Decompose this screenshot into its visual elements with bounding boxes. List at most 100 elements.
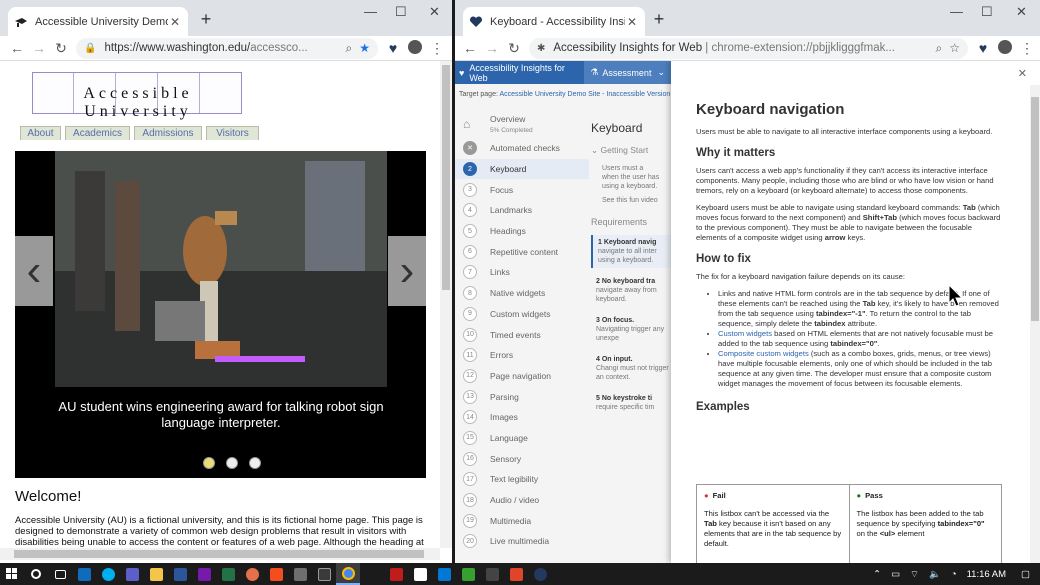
app-icon[interactable] (288, 563, 312, 585)
battery-icon[interactable]: ▭ (891, 569, 900, 580)
maximize-button[interactable]: ☐ (981, 4, 993, 20)
address-bar[interactable]: ✱ Accessibility Insights for Web | chrom… (529, 37, 968, 59)
tab-keyboard[interactable]: Keyboard - Accessibility Insights ✕ (463, 7, 645, 36)
carousel-prev-button[interactable]: ‹ (15, 236, 53, 306)
accessibility-insights-extension-icon[interactable]: ♥ (972, 40, 994, 56)
onenote-icon[interactable] (192, 563, 216, 585)
notification-icon[interactable]: ▢ (1021, 569, 1030, 580)
close-window-button[interactable]: ✕ (1016, 4, 1027, 20)
close-window-button[interactable]: ✕ (429, 4, 440, 20)
photos-icon[interactable] (432, 563, 456, 585)
start-button[interactable] (0, 563, 24, 585)
nav-item[interactable]: 17 Text legibility (455, 469, 589, 490)
snagit-icon[interactable] (504, 563, 528, 585)
forward-icon[interactable]: → (481, 40, 503, 56)
bookmark-star-icon[interactable]: ☆ (949, 41, 960, 55)
tray-chevron-icon[interactable]: ⌃ (873, 569, 881, 580)
minimize-button[interactable]: — (950, 4, 963, 19)
paint-icon[interactable] (240, 563, 264, 585)
acrobat-icon[interactable] (384, 563, 408, 585)
nav-item[interactable]: ✕ Automated checks (455, 138, 589, 159)
vertical-scrollbar[interactable] (440, 61, 452, 548)
word-icon[interactable] (168, 563, 192, 585)
menu-icon[interactable]: ⋮ (1016, 40, 1038, 57)
bookmark-star-icon[interactable]: ★ (359, 41, 370, 55)
address-bar[interactable]: 🔒 https://www.washington.edu/accessco...… (76, 37, 378, 59)
task-view-icon[interactable] (48, 563, 72, 585)
nav-item[interactable]: 15 Language (455, 428, 589, 449)
nav-item[interactable]: 2 Keyboard (455, 158, 589, 180)
file-explorer-icon[interactable] (144, 563, 168, 585)
new-tab-button[interactable]: + (649, 9, 669, 30)
guide-scrollbar[interactable] (1030, 85, 1040, 563)
chrome-icon[interactable] (336, 563, 360, 585)
carousel-dot-3[interactable] (249, 457, 261, 469)
custom-widgets-link[interactable]: Custom widgets (718, 329, 772, 338)
camtasia-icon[interactable] (456, 563, 480, 585)
requirement-item[interactable]: 1 Keyboard navig navigate to all inter us… (591, 235, 671, 268)
requirement-item[interactable]: 2 No keyboard tra navigate away from keyb… (591, 274, 671, 307)
nav-item[interactable]: 10 Timed events (455, 324, 589, 345)
carousel-dot-2[interactable] (226, 457, 238, 469)
close-panel-icon[interactable]: ✕ (1018, 67, 1027, 80)
nav-item[interactable]: 13 Parsing (455, 386, 589, 407)
requirement-item[interactable]: 4 On input. Changi must not trigger an co… (591, 352, 671, 385)
profile-icon[interactable] (404, 39, 426, 57)
teams-icon[interactable] (120, 563, 144, 585)
nav-item[interactable]: 16 Sensory (455, 448, 589, 469)
assessment-dropdown[interactable]: ⚗ Assessment ⌄ (584, 61, 671, 84)
nav-item[interactable]: 6 Repetitive content (455, 241, 589, 262)
volume-icon[interactable]: 🔈 (929, 569, 941, 580)
zoom-icon[interactable]: ⌕ (346, 41, 353, 56)
skype-icon[interactable] (96, 563, 120, 585)
accessibility-insights-extension-icon[interactable]: ♥ (382, 40, 404, 56)
tab-accessible-university[interactable]: Accessible University Demo Site ✕ (8, 7, 188, 36)
reload-icon[interactable]: ↻ (50, 40, 72, 57)
requirement-item[interactable]: 5 No keystroke ti require specific tim (591, 391, 671, 415)
nav-item[interactable]: 19 Multimedia (455, 510, 589, 531)
search-icon[interactable] (24, 563, 48, 585)
clock[interactable]: 11:16 AM (967, 569, 1006, 580)
accessibility-insights-taskbar-icon[interactable] (528, 563, 552, 585)
back-icon[interactable]: ← (6, 40, 28, 56)
maximize-button[interactable]: ☐ (395, 4, 407, 20)
mid-video-link[interactable]: See this fun video (602, 196, 671, 205)
remote-icon[interactable] (480, 563, 504, 585)
carousel-next-button[interactable]: › (388, 236, 426, 306)
composite-widgets-link[interactable]: Composite custom widgets (718, 349, 809, 358)
nav-overview[interactable]: ⌂ Overview 5% Completed (455, 110, 589, 138)
scrollbar-thumb[interactable] (442, 65, 450, 290)
tab-close-icon[interactable]: ✕ (168, 15, 182, 29)
nav-item[interactable]: 11 Errors (455, 345, 589, 366)
nav-item[interactable]: 7 Links (455, 262, 589, 283)
back-icon[interactable]: ← (459, 40, 481, 56)
getting-started-toggle[interactable]: ⌄ Getting Start (591, 145, 671, 156)
terminal-icon[interactable] (312, 563, 336, 585)
nav-item[interactable]: 5 Headings (455, 221, 589, 242)
profile-icon[interactable] (994, 39, 1016, 57)
h-scrollbar-thumb[interactable] (14, 550, 424, 558)
figma-icon[interactable] (264, 563, 288, 585)
nav-item[interactable]: 14 Images (455, 407, 589, 428)
excel-icon[interactable] (216, 563, 240, 585)
wifi-icon[interactable]: ◔ (951, 569, 957, 580)
tab-close-icon[interactable]: ✕ (625, 15, 639, 29)
nav-about[interactable]: About (20, 126, 61, 140)
nav-academics[interactable]: Academics (65, 126, 130, 140)
requirement-item[interactable]: 3 On focus. Navigating trigger any unexpe (591, 313, 671, 346)
nav-item[interactable]: 4 Landmarks (455, 200, 589, 221)
horizontal-scrollbar[interactable] (0, 548, 440, 560)
new-tab-button[interactable]: + (196, 9, 216, 30)
menu-icon[interactable]: ⋮ (426, 40, 448, 57)
nav-item[interactable]: 20 Live multimedia (455, 531, 589, 552)
nav-admissions[interactable]: Admissions (134, 126, 202, 140)
nav-item[interactable]: 12 Page navigation (455, 366, 589, 387)
outlook-icon[interactable] (72, 563, 96, 585)
nav-item[interactable]: 9 Custom widgets (455, 304, 589, 325)
zoom-icon[interactable]: ⌕ (936, 41, 943, 56)
nav-item[interactable]: 8 Native widgets (455, 283, 589, 304)
minimize-button[interactable]: — (364, 4, 377, 19)
solitaire-icon[interactable] (408, 563, 432, 585)
network-icon[interactable]: ⌔ (910, 569, 919, 580)
forward-icon[interactable]: → (28, 40, 50, 56)
